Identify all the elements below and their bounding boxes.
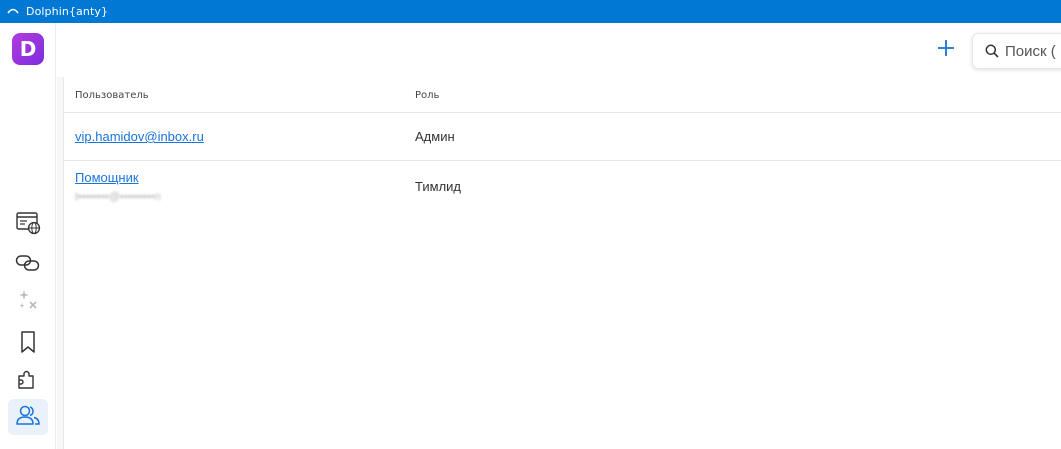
browser-globe-icon [15,211,41,240]
app-window-icon [6,5,20,19]
user-role: Тимлид [415,179,462,194]
plus-icon [936,38,956,63]
users-table: Пользователь Роль vip.hamidov@inbox.ru А… [63,77,1061,449]
toolbar [57,23,1061,77]
table-header: Пользователь Роль [64,77,1061,113]
bookmark-icon [19,330,37,359]
search-input[interactable] [1005,42,1061,60]
user-role: Админ [415,129,455,144]
column-header-role[interactable]: Роль [415,90,439,101]
sidebar-item-extensions[interactable] [8,363,48,399]
table-row[interactable]: Помощник t••••••••@•••••••••n Тимлид [64,161,1061,213]
users-icon [15,403,41,432]
extension-puzzle-icon [16,367,40,396]
search-box[interactable] [972,33,1061,69]
table-row[interactable]: vip.hamidov@inbox.ru Админ [64,113,1061,161]
search-icon [985,43,999,59]
proxy-link-icon [15,252,41,279]
window-titlebar: Dolphin{anty} [0,0,1061,23]
main-content: Пользователь Роль vip.hamidov@inbox.ru А… [57,23,1061,449]
app-logo[interactable]: D [12,33,44,65]
window-title: Dolphin{anty} [26,5,109,18]
sidebar-item-bookmarks[interactable] [8,326,48,362]
sidebar: D [0,23,56,449]
sidebar-item-browser-profiles[interactable] [8,207,48,243]
sidebar-item-users[interactable] [8,399,48,435]
sidebar-item-proxies[interactable] [8,247,48,283]
logo-letter: D [19,37,37,61]
add-user-button[interactable] [931,35,961,65]
column-header-user[interactable]: Пользователь [75,90,149,101]
user-email-redacted: t••••••••@•••••••••n [75,191,161,203]
sidebar-item-automation[interactable] [8,283,48,319]
sparkle-automation-icon [17,288,39,315]
user-name-link[interactable]: Помощник [75,170,139,185]
user-email-link[interactable]: vip.hamidov@inbox.ru [75,129,204,144]
